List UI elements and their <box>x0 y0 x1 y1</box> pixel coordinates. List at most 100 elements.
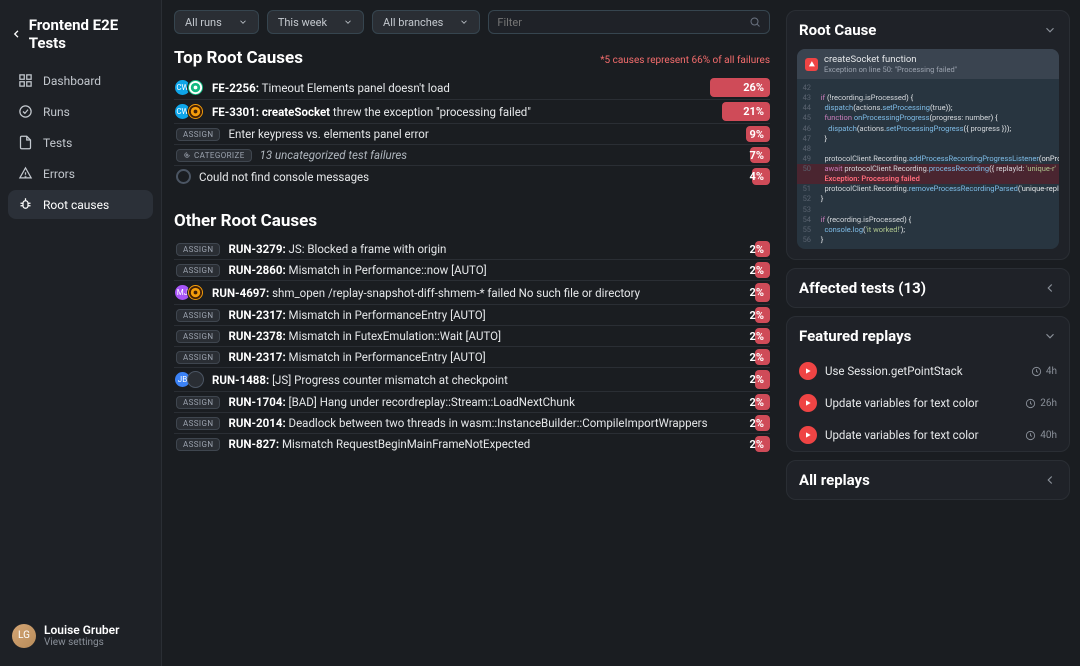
play-button[interactable] <box>799 426 817 444</box>
assignees: CW <box>174 103 204 120</box>
panel-head-root-cause[interactable]: Root Cause <box>787 11 1069 49</box>
cause-pct: 9% <box>750 128 768 141</box>
search-input-wrap[interactable] <box>488 10 770 34</box>
code-line: 46 dispatch(actions.setProcessingProgres… <box>797 124 1059 134</box>
nav-label: Errors <box>43 167 75 181</box>
cause-title: 13 uncategorized test failures <box>260 148 742 162</box>
other-section-head: Other Root Causes <box>174 211 770 231</box>
chevron-left-icon <box>1043 281 1057 295</box>
cause-row[interactable]: ASSIGNEnter keypress vs. elements panel … <box>174 123 770 144</box>
branches-select[interactable]: All branches <box>372 10 480 34</box>
assign-chip[interactable]: ASSIGN <box>176 243 220 256</box>
code-fn-name: createSocket function <box>824 54 957 65</box>
assign-chip[interactable]: ASSIGN <box>176 264 220 277</box>
chevron-left-icon <box>1043 473 1057 487</box>
cause-row[interactable]: ASSIGNRUN-2014: Deadlock between two thr… <box>174 412 770 433</box>
cause-row[interactable]: CATEGORIZE 13 uncategorized test failures… <box>174 144 770 165</box>
replay-item[interactable]: Use Session.getPointStack 4h <box>787 355 1069 387</box>
code-line: 49 protocolClient.Recording.addProcessRe… <box>797 154 1059 164</box>
search-input[interactable] <box>497 16 749 29</box>
code-line: 55 console.log('it worked!'); <box>797 225 1059 235</box>
code-line: 50 await protocolClient.Recording.proces… <box>797 164 1059 174</box>
cause-row[interactable]: ASSIGNRUN-1704: [BAD] Hang under recordr… <box>174 391 770 412</box>
assign-chip[interactable]: ASSIGN <box>176 438 220 451</box>
chevron-down-icon <box>459 17 469 27</box>
nav: Dashboard RunsTests Errors Root causes <box>8 66 153 219</box>
bug-icon <box>18 197 33 212</box>
code-line: 54 if (recording.isProcessed) { <box>797 215 1059 225</box>
code-head: createSocket function Exception on line … <box>797 49 1059 79</box>
cause-row[interactable]: ASSIGN RUN-3279: JS: Blocked a frame with… <box>174 239 770 259</box>
panel-title: Featured replays <box>799 327 911 345</box>
cause-title: RUN-2860: Mismatch in Performance::now [… <box>228 263 741 277</box>
assign-chip[interactable]: CATEGORIZE <box>176 149 252 162</box>
assign-chip[interactable]: ASSIGN <box>176 330 220 343</box>
cause-pct: 2% <box>750 351 768 364</box>
other-cause-list: ASSIGN RUN-3279: JS: Blocked a frame with… <box>174 239 770 454</box>
panel-featured-replays: Featured replays Use Session.getPointSta… <box>786 316 1070 452</box>
app-title[interactable]: Frontend E2E Tests <box>8 10 153 66</box>
assign-chip[interactable]: ASSIGN <box>176 417 220 430</box>
featured-replay-list: Use Session.getPointStack 4h Update vari… <box>787 355 1069 451</box>
clock-icon <box>1025 430 1036 441</box>
cause-title: RUN-1488: [JS] Progress counter mismatch… <box>212 373 742 387</box>
chevron-down-icon <box>343 17 353 27</box>
assignees: CW <box>174 79 204 96</box>
chevron-down-icon <box>1043 329 1057 343</box>
user-settings-link[interactable]: View settings <box>44 637 119 648</box>
panel-head-featured[interactable]: Featured replays <box>787 317 1069 355</box>
cause-pct: 2% <box>750 286 768 299</box>
chevron-down-icon <box>1043 23 1057 37</box>
nav-label: Dashboard <box>43 74 101 88</box>
replay-item[interactable]: Update variables for text color 40h <box>787 419 1069 451</box>
play-button[interactable] <box>799 362 817 380</box>
user-block[interactable]: LG Louise Gruber View settings <box>8 615 153 656</box>
time-select[interactable]: This week <box>267 10 364 34</box>
panel-affected-tests: Affected tests (13) <box>786 268 1070 308</box>
cause-row[interactable]: CWFE-3301: createSocket threw the except… <box>174 99 770 123</box>
avatar: LG <box>12 624 36 648</box>
assign-chip[interactable]: ASSIGN <box>176 351 220 364</box>
sidebar-item-tests[interactable]: Tests <box>8 128 153 157</box>
panel-head-affected[interactable]: Affected tests (13) <box>787 269 1069 307</box>
cause-pct: 2% <box>750 243 768 256</box>
runs-select[interactable]: All runs <box>174 10 259 34</box>
assign-chip[interactable]: ASSIGN <box>176 309 220 322</box>
check-circle-icon <box>18 104 33 119</box>
cause-row[interactable]: MJRUN-4697: shm_open /replay-snapshot-di… <box>174 280 770 304</box>
cause-row[interactable]: ASSIGN RUN-2860: Mismatch in Performance:… <box>174 259 770 280</box>
cause-row[interactable]: Could not find console messages4% <box>174 165 770 187</box>
assignee-avatar <box>187 103 204 120</box>
top-section-note: *5 causes represent 66% of all failures <box>600 55 770 66</box>
cause-row[interactable]: ASSIGNRUN-2378: Mismatch in FutexEmulati… <box>174 325 770 346</box>
cause-title: Could not find console messages <box>199 170 742 184</box>
cause-row[interactable]: ASSIGN RUN-827: Mismatch RequestBeginMain… <box>174 433 770 454</box>
sidebar-item-runs[interactable]: Runs <box>8 97 153 126</box>
replay-item[interactable]: Update variables for text color 26h <box>787 387 1069 419</box>
sidebar-item-dashboard[interactable]: Dashboard <box>8 66 153 95</box>
user-name: Louise Gruber <box>44 623 119 637</box>
cause-row[interactable]: ASSIGNRUN-2317: Mismatch in PerformanceE… <box>174 304 770 325</box>
assignee-avatar <box>187 79 204 96</box>
cause-row[interactable]: ASSIGNRUN-2317: Mismatch in PerformanceE… <box>174 346 770 367</box>
code-line: 48 <box>797 144 1059 154</box>
cause-title: RUN-827: Mismatch RequestBeginMainFrameN… <box>228 437 741 451</box>
assign-chip[interactable]: ASSIGN <box>176 396 220 409</box>
cause-pct: 26% <box>743 81 768 94</box>
filters: All runs This week All branches <box>174 10 770 34</box>
assignees: JB <box>174 371 204 388</box>
cause-row[interactable]: JB RUN-1488: [JS] Progress counter mismat… <box>174 367 770 391</box>
code-line: 56 } <box>797 235 1059 245</box>
replay-time: 26h <box>1025 398 1057 409</box>
cause-row[interactable]: CWFE-2256: Timeout Elements panel doesn'… <box>174 76 770 99</box>
panel-head-all-replays[interactable]: All replays <box>787 461 1069 499</box>
sidebar-item-root-causes[interactable]: Root causes <box>8 190 153 219</box>
play-button[interactable] <box>799 394 817 412</box>
cause-title: RUN-3279: JS: Blocked a frame with origi… <box>228 242 741 256</box>
app-title-text: Frontend E2E Tests <box>29 16 147 52</box>
cause-pct: 2% <box>750 309 768 322</box>
error-icon <box>805 58 818 71</box>
code-line: 44 dispatch(actions.setProcessing(true))… <box>797 103 1059 113</box>
assign-chip[interactable]: ASSIGN <box>176 128 220 141</box>
sidebar-item-errors[interactable]: Errors <box>8 159 153 188</box>
